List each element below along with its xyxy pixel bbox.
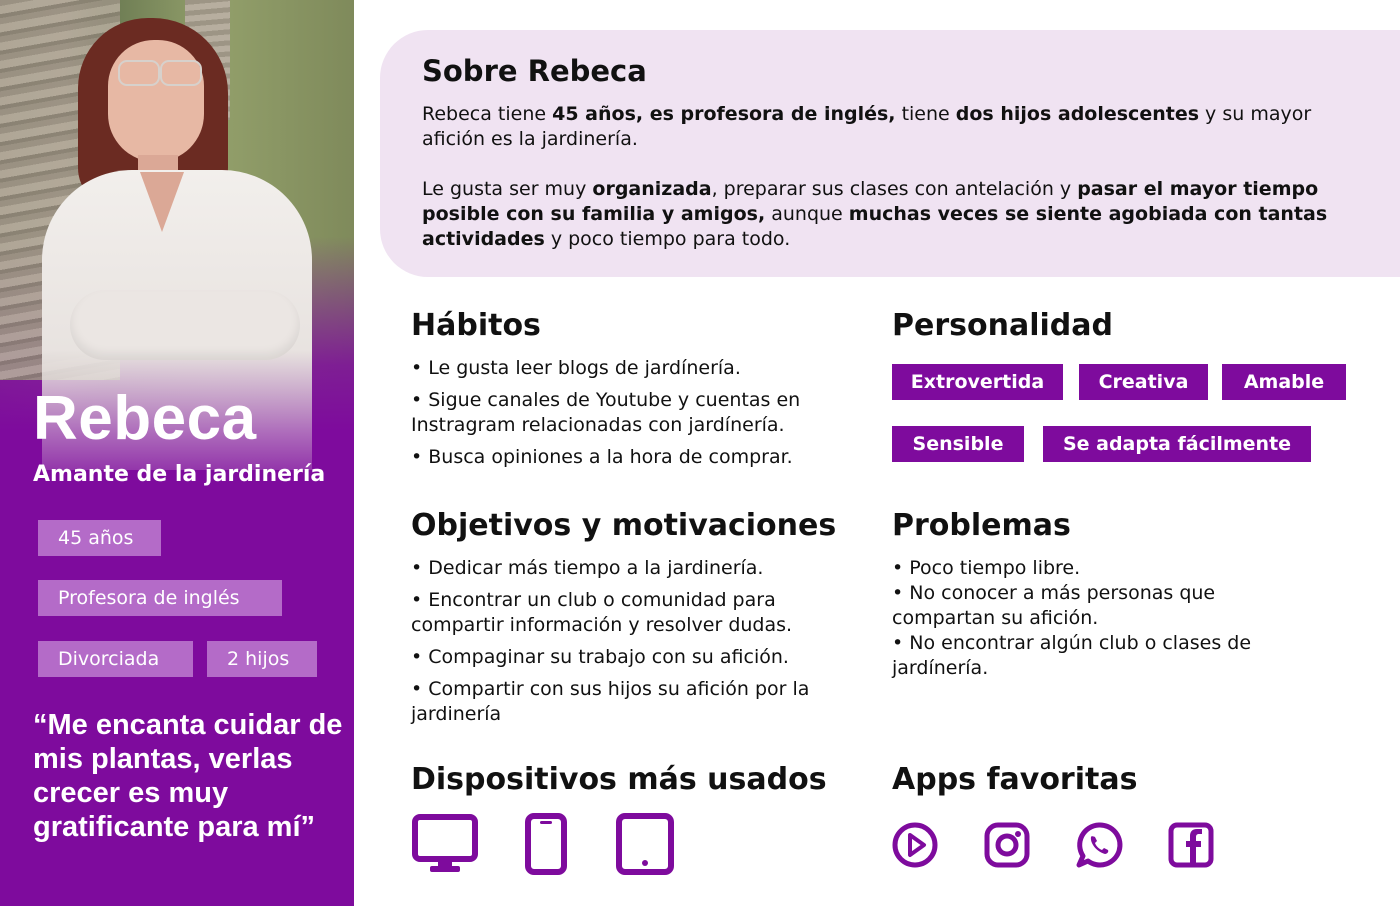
- about-text: tiene: [895, 103, 956, 125]
- list-item: • Sigue canales de Youtube y cuentas en …: [411, 389, 801, 436]
- goals-title: Objetivos y motivaciones: [411, 508, 837, 543]
- crossed-arms: [70, 290, 300, 360]
- list-item: • Dedicar más tiempo a la jardinería.: [411, 557, 764, 579]
- about-paragraph-2: Le gusta ser muy organizada, preparar su…: [422, 177, 1362, 252]
- habits-title: Hábitos: [411, 308, 541, 343]
- about-paragraph-1: Rebeca tiene 45 años, es profesora de in…: [422, 102, 1362, 152]
- personality-tag: Amable: [1222, 364, 1346, 400]
- youtube-icon: [892, 822, 938, 868]
- tag-children: 2 hijos: [207, 641, 317, 677]
- about-card: Sobre Rebeca Rebeca tiene 45 años, es pr…: [380, 30, 1400, 277]
- personality-tag: Sensible: [892, 426, 1024, 462]
- tag-marital-status: Divorciada: [38, 641, 193, 677]
- about-text: y poco tiempo para todo.: [544, 228, 791, 250]
- apps-title: Apps favoritas: [892, 762, 1138, 797]
- whatsapp-icon: [1076, 822, 1123, 868]
- about-text: Le gusta ser muy: [422, 178, 593, 200]
- tablet-icon: [616, 813, 674, 875]
- tag-age: 45 años: [38, 520, 161, 556]
- list-item: • Poco tiempo libre.: [892, 557, 1081, 579]
- list-item: • No encontrar algún club o clases de ja…: [892, 632, 1252, 679]
- persona-photo: [0, 0, 354, 470]
- persona-role: Amante de la jardinería: [33, 462, 326, 487]
- face: [108, 40, 204, 162]
- tag-job: Profesora de inglés: [38, 580, 282, 616]
- habits-list: • Le gusta leer blogs de jardínería. • S…: [411, 356, 841, 477]
- devices-title: Dispositivos más usados: [411, 762, 827, 797]
- about-text: Rebeca tiene: [422, 103, 553, 125]
- about-bold: organizada: [592, 178, 712, 200]
- about-title: Sobre Rebeca: [422, 54, 647, 88]
- personality-tag: Creativa: [1079, 364, 1208, 400]
- list-item: • No conocer a más personas que comparta…: [892, 582, 1216, 629]
- glasses: [160, 60, 202, 86]
- personality-title: Personalidad: [892, 308, 1113, 343]
- instagram-icon: [984, 822, 1030, 868]
- desktop-icon: [412, 814, 478, 872]
- personality-tag: Extrovertida: [892, 364, 1063, 400]
- smartphone-icon: [525, 813, 567, 875]
- list-item: • Busca opiniones a la hora de comprar.: [411, 446, 793, 468]
- about-text: , preparar sus clases con antelación y: [711, 178, 1078, 200]
- about-bold: dos hijos adolescentes: [955, 103, 1200, 125]
- list-item: • Encontrar un club o comunidad para com…: [411, 589, 793, 636]
- goals-list: • Dedicar más tiempo a la jardinería. • …: [411, 556, 846, 734]
- facebook-icon: [1168, 822, 1214, 868]
- list-item: • Compaginar su trabajo con su afición.: [411, 646, 789, 668]
- persona-quote: “Me encanta cuidar de mis plantas, verla…: [33, 709, 343, 843]
- personality-tag: Se adapta fácilmente: [1043, 426, 1311, 462]
- problems-list: • Poco tiempo libre. • No conocer a más …: [892, 556, 1292, 681]
- shirt-collar: [140, 172, 184, 232]
- problems-title: Problemas: [892, 508, 1071, 543]
- glasses: [118, 60, 160, 86]
- about-bold: 45 años, es profesora de inglés,: [552, 103, 896, 125]
- about-text: aunque: [765, 203, 849, 225]
- persona-sidebar: Rebeca Amante de la jardinería 45 años P…: [0, 0, 354, 906]
- list-item: • Le gusta leer blogs de jardínería.: [411, 357, 741, 379]
- list-item: • Compartir con sus hijos su afición por…: [411, 678, 810, 725]
- persona-name: Rebeca: [33, 384, 257, 453]
